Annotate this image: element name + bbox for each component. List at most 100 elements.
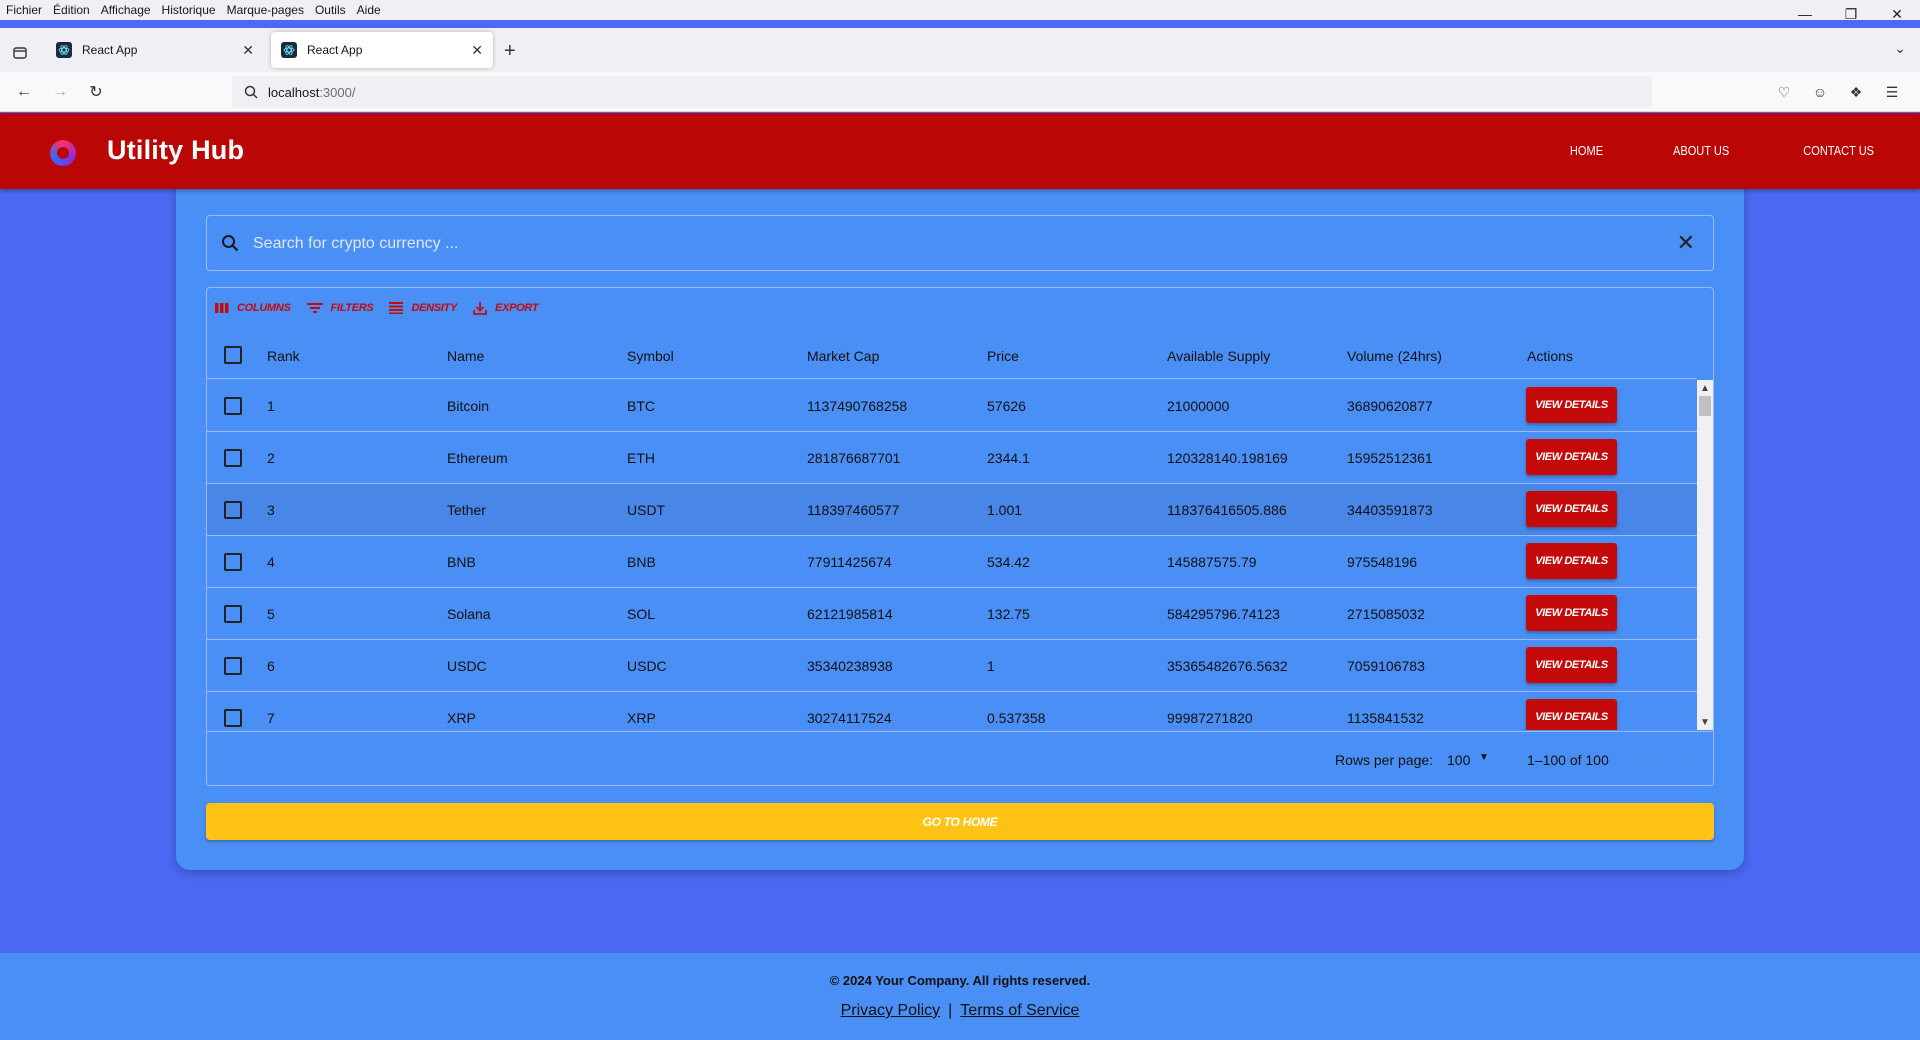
cell-symbol: BNB (627, 554, 656, 570)
tab-overview-icon[interactable] (8, 40, 32, 64)
new-tab-icon[interactable]: + (504, 40, 516, 63)
extensions-icon[interactable]: ❖ (1838, 80, 1874, 104)
table-row[interactable]: 7 XRP XRP 30274117524 0.537358 999872718… (207, 692, 1697, 730)
filters-button[interactable]: Filters (306, 302, 374, 314)
clear-search-icon[interactable]: ✕ (1677, 230, 1695, 256)
next-page-icon[interactable]: › (1685, 748, 1691, 769)
nav-home-link[interactable]: HOME (1570, 143, 1603, 158)
row-checkbox[interactable] (224, 553, 242, 571)
column-header-market-cap[interactable]: Market Cap (807, 348, 879, 364)
cell-rank: 7 (267, 710, 275, 726)
account-icon[interactable]: ☺ (1802, 80, 1838, 104)
view-details-button[interactable]: View Details (1526, 595, 1617, 631)
close-tab-icon[interactable]: ✕ (471, 42, 483, 59)
row-checkbox[interactable] (224, 501, 242, 519)
restore-icon[interactable]: ❐ (1828, 0, 1874, 28)
scroll-up-icon[interactable]: ▲ (1697, 380, 1713, 396)
minimize-icon[interactable]: — (1782, 0, 1828, 28)
menu-item[interactable]: Historique (162, 3, 216, 17)
column-header-name[interactable]: Name (447, 348, 484, 364)
column-header-symbol[interactable]: Symbol (627, 348, 674, 364)
footer-separator: | (948, 1002, 953, 1019)
search-field[interactable]: Search for crypto currency ... ✕ (206, 215, 1714, 271)
grid-footer: Rows per page: 100 ▼ 1–100 of 100 ‹ › (207, 731, 1713, 785)
table-row[interactable]: 6 USDC USDC 35340238938 1 35365482676.56… (207, 640, 1697, 692)
terms-of-service-link[interactable]: Terms of Service (960, 1002, 1079, 1019)
menu-item[interactable]: Fichier (6, 3, 42, 17)
scrollbar-thumb[interactable] (1699, 396, 1711, 416)
cell-market-cap: 30274117524 (807, 710, 892, 726)
cell-volume: 15952512361 (1347, 450, 1433, 466)
url-bar[interactable]: localhost:3000/ (232, 76, 1652, 108)
filter-icon (306, 302, 323, 314)
forward-icon[interactable]: → (48, 80, 72, 104)
export-button[interactable]: Export (473, 301, 539, 315)
table-row[interactable]: 1 Bitcoin BTC 1137490768258 57626 210000… (207, 380, 1697, 432)
cell-price: 1 (987, 658, 995, 674)
view-details-button[interactable]: View Details (1526, 491, 1617, 527)
menu-item[interactable]: Édition (53, 3, 90, 17)
cell-volume: 975548196 (1347, 554, 1418, 570)
cell-volume: 36890620877 (1347, 398, 1433, 414)
select-all-checkbox[interactable] (224, 346, 242, 364)
go-home-button[interactable]: Go to Home (206, 803, 1714, 840)
menu-item[interactable]: Marque-pages (227, 3, 304, 17)
cell-market-cap: 35340238938 (807, 658, 893, 674)
menu-item[interactable]: Aide (357, 3, 381, 17)
pocket-icon[interactable]: ♡ (1766, 80, 1802, 104)
cell-rank: 5 (267, 606, 275, 622)
rows-per-page-label: Rows per page: (1335, 752, 1434, 768)
search-input[interactable]: Search for crypto currency ... (253, 235, 458, 253)
table-row[interactable]: 4 BNB BNB 77911425674 534.42 145887575.7… (207, 536, 1697, 588)
rows-per-page-select[interactable]: 100 (1447, 752, 1470, 768)
columns-button[interactable]: Columns (215, 302, 291, 314)
column-header-volume[interactable]: Volume (24hrs) (1347, 348, 1442, 364)
cell-price: 0.537358 (987, 710, 1046, 726)
previous-page-icon[interactable]: ‹ (1645, 748, 1651, 769)
column-header-price[interactable]: Price (987, 348, 1019, 364)
column-header-actions: Actions (1527, 348, 1573, 364)
grid-header-row: Rank Name Symbol Market Cap Price Availa… (207, 331, 1697, 379)
url-port: :3000/ (319, 84, 356, 100)
row-checkbox[interactable] (224, 397, 242, 415)
table-row[interactable]: 3 Tether USDT 118397460577 1.001 1183764… (207, 484, 1697, 536)
density-button[interactable]: Density (389, 302, 457, 314)
scroll-down-icon[interactable]: ▼ (1697, 714, 1713, 730)
reload-icon[interactable]: ↻ (84, 80, 108, 104)
nav-about-link[interactable]: ABOUT US (1673, 143, 1729, 158)
column-header-supply[interactable]: Available Supply (1167, 348, 1270, 364)
hamburger-menu-icon[interactable]: ☰ (1874, 80, 1910, 104)
menu-item[interactable]: Affichage (101, 3, 151, 17)
cell-rank: 3 (267, 502, 275, 518)
view-details-button[interactable]: View Details (1526, 439, 1617, 475)
table-row[interactable]: 2 Ethereum ETH 281876687701 2344.1 12032… (207, 432, 1697, 484)
cell-price: 132.75 (987, 606, 1030, 622)
cell-name: Bitcoin (447, 398, 490, 414)
column-header-rank[interactable]: Rank (267, 348, 300, 364)
close-tab-icon[interactable]: ✕ (242, 42, 254, 59)
close-window-icon[interactable]: ✕ (1874, 0, 1920, 28)
view-details-button[interactable]: View Details (1526, 543, 1617, 579)
view-details-button[interactable]: View Details (1526, 647, 1617, 683)
row-checkbox[interactable] (224, 605, 242, 623)
row-checkbox[interactable] (224, 449, 242, 467)
nav-contact-link[interactable]: CONTACT US (1803, 143, 1874, 158)
back-icon[interactable]: ← (12, 80, 36, 104)
view-details-button[interactable]: View Details (1526, 387, 1617, 423)
chevron-down-icon[interactable]: ⌄ (1894, 40, 1906, 57)
table-row[interactable]: 5 Solana SOL 62121985814 132.75 58429579… (207, 588, 1697, 640)
cell-volume: 7059106783 (1347, 658, 1425, 674)
logo-icon[interactable] (50, 140, 76, 166)
copyright-text: © 2024 Your Company. All rights reserved… (829, 973, 1091, 988)
browser-tab-active[interactable]: React App ✕ (271, 32, 493, 68)
view-details-button[interactable]: View Details (1526, 699, 1617, 730)
row-checkbox[interactable] (224, 657, 242, 675)
vertical-scrollbar[interactable]: ▲ ▼ (1697, 380, 1713, 730)
browser-tab[interactable]: React App ✕ (46, 32, 264, 68)
row-checkbox[interactable] (224, 709, 242, 727)
privacy-policy-link[interactable]: Privacy Policy (841, 1002, 941, 1019)
menu-item[interactable]: Outils (315, 3, 346, 17)
cell-rank: 2 (267, 450, 275, 466)
caret-down-icon[interactable]: ▼ (1479, 752, 1489, 763)
export-label: Export (495, 302, 539, 314)
